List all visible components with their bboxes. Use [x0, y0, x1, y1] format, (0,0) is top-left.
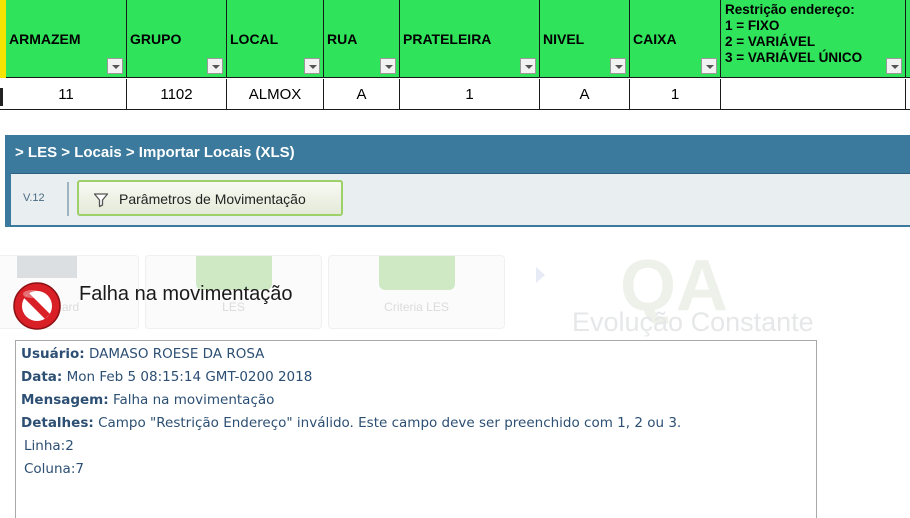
date-label: Data: [21, 369, 63, 385]
error-title: Falha na movimentação [79, 283, 293, 305]
message-label: Mensagem: [21, 392, 109, 408]
header-local[interactable]: LOCAL [227, 0, 324, 78]
table-cell[interactable]: 11 [6, 79, 127, 109]
header-label: Restrição endereço: 1 = FIXO 2 = VARIÁVE… [725, 2, 863, 65]
toolbar-divider [67, 182, 69, 216]
funnel-icon [93, 193, 109, 208]
spreadsheet: ARMAZEM GRUPO LOCAL RUA PRATELEIRA NIVEL… [0, 0, 910, 112]
tile-icon [378, 256, 455, 290]
row-marker [0, 88, 3, 106]
user-line: Usuário: DAMASO ROESE DA ROSA [21, 346, 264, 362]
line-number: Linha:2 [24, 438, 74, 454]
toolbar: V.12 Parâmetros de Movimentação [11, 173, 910, 225]
background-tile: Criteria LES [328, 255, 505, 329]
details-value: Campo "Restrição Endereço" inválido. Est… [98, 415, 682, 431]
arrow-right-icon [536, 267, 545, 283]
filter-dropdown-icon[interactable] [520, 58, 536, 74]
filter-dropdown-icon[interactable] [610, 58, 626, 74]
no-entry-icon [13, 282, 61, 330]
background-tagline: Evolução Constante [572, 307, 814, 337]
les-panel: > LES > Locais > Importar Locais (XLS) V… [5, 135, 910, 227]
table-cell[interactable]: A [324, 79, 400, 109]
toolbar-body: V.12 Parâmetros de Movimentação [11, 173, 910, 225]
header-label: ARMAZEM [9, 31, 81, 47]
tile-label: Criteria LES [384, 300, 449, 314]
date-value: Mon Feb 5 08:15:14 GMT-0200 2018 [66, 369, 313, 385]
header-caixa[interactable]: CAIXA [630, 0, 721, 78]
header-rua[interactable]: RUA [324, 0, 400, 78]
filter-dropdown-icon[interactable] [304, 58, 320, 74]
date-line: Data: Mon Feb 5 08:15:14 GMT-0200 2018 [21, 369, 312, 385]
next-column-edge [906, 0, 910, 78]
filter-dropdown-icon[interactable] [380, 58, 396, 74]
header-label: GRUPO [130, 31, 182, 47]
version-label: V.12 [23, 192, 45, 204]
header-nivel[interactable]: NIVEL [540, 0, 630, 78]
header-prateleira[interactable]: PRATELEIRA [400, 0, 540, 78]
table-cell[interactable]: 1 [400, 79, 540, 109]
movement-parameters-button[interactable]: Parâmetros de Movimentação [77, 180, 343, 216]
user-label: Usuário: [21, 346, 85, 362]
details-line: Detalhes: Campo "Restrição Endereço" inv… [21, 415, 681, 431]
error-details-box: Usuário: DAMASO ROESE DA ROSA Data: Mon … [15, 340, 817, 518]
breadcrumb: > LES > Locais > Importar Locais (XLS) [15, 144, 295, 161]
table-cell[interactable]: ALMOX [227, 79, 324, 109]
header-armazem[interactable]: ARMAZEM [6, 0, 127, 78]
table-cell-restricao[interactable] [721, 79, 906, 109]
tile-icon [17, 256, 77, 278]
message-value: Falha na movimentação [112, 392, 275, 408]
header-label: RUA [327, 31, 358, 47]
header-grupo[interactable]: GRUPO [127, 0, 227, 78]
table-cell[interactable]: A [540, 79, 630, 109]
header-label: PRATELEIRA [403, 31, 492, 47]
filter-dropdown-icon[interactable] [207, 58, 223, 74]
header-row: ARMAZEM GRUPO LOCAL RUA PRATELEIRA NIVEL… [0, 0, 910, 79]
filter-dropdown-icon[interactable] [701, 58, 717, 74]
message-line: Mensagem: Falha na movimentação [21, 392, 274, 408]
header-label: LOCAL [230, 31, 279, 47]
user-value: DAMASO ROESE DA ROSA [88, 346, 265, 362]
details-label: Detalhes: [21, 415, 94, 431]
table-row: 11 1102 ALMOX A 1 A 1 [0, 79, 910, 110]
error-dialog: ...ard LES Criteria LES QA Evolução Cons… [0, 255, 818, 518]
filter-dropdown-icon[interactable] [886, 58, 902, 74]
button-label: Parâmetros de Movimentação [119, 191, 306, 207]
header-restricao-endereco[interactable]: Restrição endereço: 1 = FIXO 2 = VARIÁVE… [721, 0, 906, 78]
filter-dropdown-icon[interactable] [107, 58, 123, 74]
header-label: CAIXA [633, 31, 677, 47]
table-cell[interactable]: 1 [630, 79, 721, 109]
header-label: NIVEL [543, 31, 585, 47]
table-cell[interactable]: 1102 [127, 79, 227, 109]
column-number: Coluna:7 [24, 461, 84, 477]
